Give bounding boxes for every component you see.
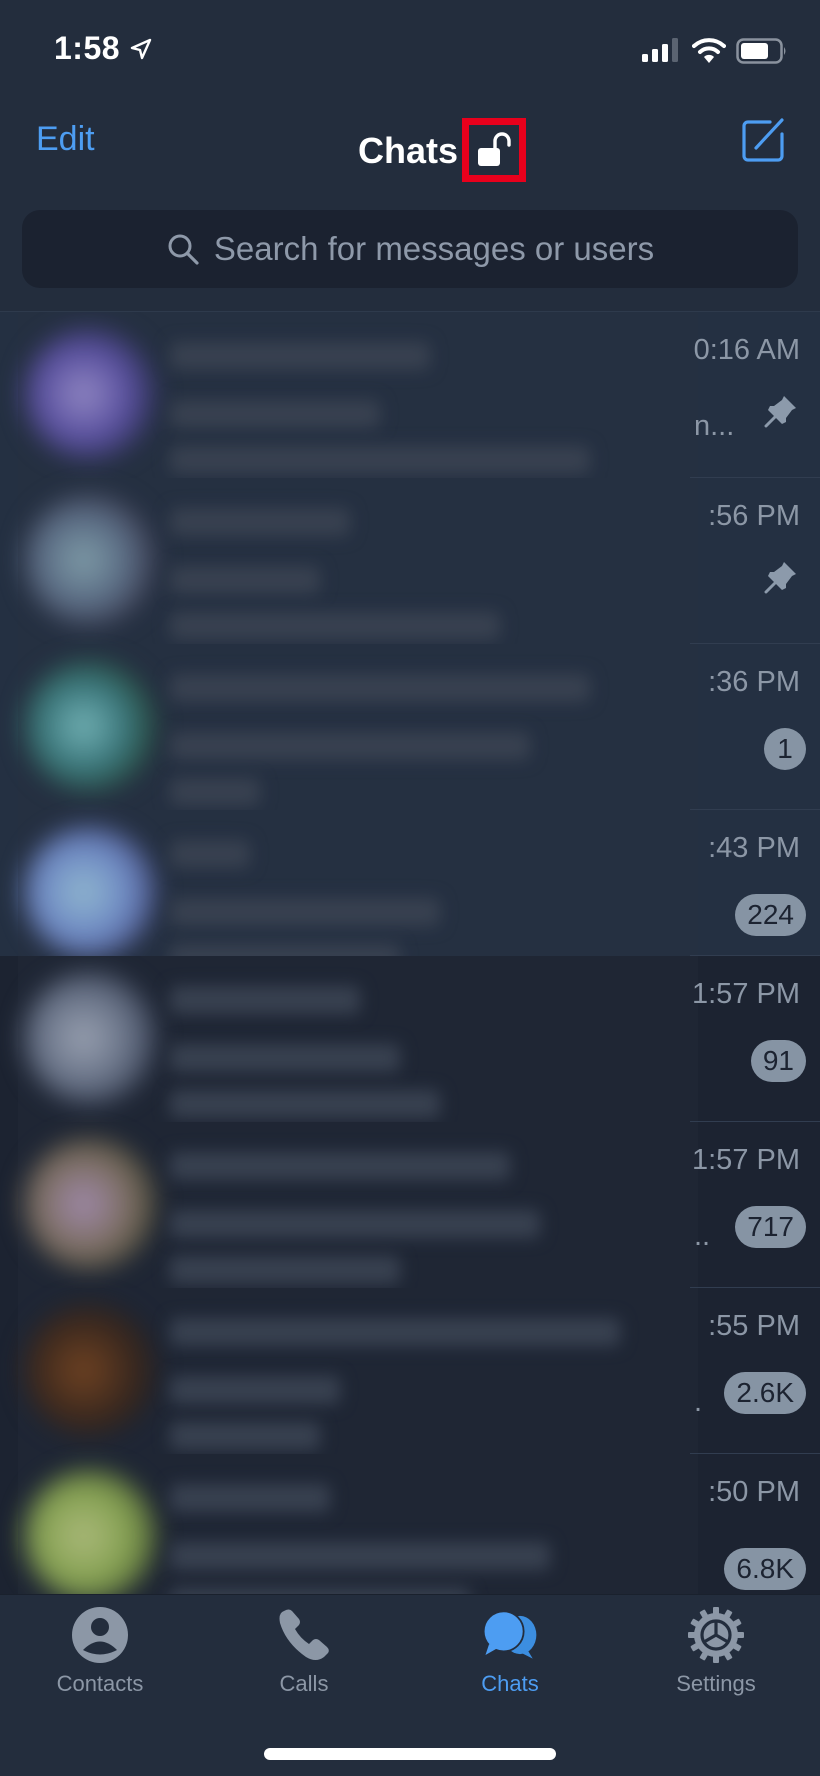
tab-chats[interactable]: Chats	[430, 1605, 590, 1715]
tab-label: Contacts	[56, 1671, 144, 1696]
home-indicator[interactable]	[264, 1748, 556, 1760]
chat-bubbles-icon	[482, 1610, 537, 1659]
search-input[interactable]: Search for messages or users	[22, 210, 798, 288]
chat-list-item[interactable]: :50 PM 6.8K	[0, 1454, 820, 1594]
unread-count-badge: 91	[750, 1040, 806, 1082]
tab-label: Settings	[676, 1671, 756, 1696]
message-preview: ..	[694, 1220, 711, 1252]
pin-icon	[764, 562, 796, 594]
message-preview: n...	[694, 410, 735, 442]
tab-settings[interactable]: Settings	[636, 1605, 796, 1715]
unread-count-badge: 6.8K	[724, 1548, 806, 1590]
chat-list-item[interactable]: 1:57 PM 91	[0, 956, 820, 1122]
battery-icon	[736, 38, 786, 64]
blur-overlay	[18, 478, 698, 644]
message-preview: .	[694, 1386, 703, 1418]
chat-list-item[interactable]: 0:16 AM n...	[0, 312, 820, 478]
cellular-signal-icon	[642, 38, 678, 62]
search-area: Search for messages or users	[0, 194, 820, 312]
chat-list-item[interactable]: :36 PM 1	[0, 644, 820, 810]
unread-count-badge: 717	[735, 1206, 806, 1248]
nav-title-group: Chats	[358, 118, 527, 182]
compose-icon[interactable]	[740, 114, 788, 164]
tab-label: Chats	[481, 1671, 539, 1696]
lock-highlight-box[interactable]	[462, 118, 527, 182]
status-bar: 1:58	[0, 0, 820, 96]
edit-button[interactable]: Edit	[36, 120, 95, 159]
chat-timestamp: :50 PM	[708, 1476, 800, 1508]
pin-icon	[764, 396, 796, 428]
chat-timestamp: :55 PM	[708, 1310, 800, 1342]
search-icon	[168, 234, 199, 265]
chat-list-item[interactable]: 1:57 PM.. 717	[0, 1122, 820, 1288]
location-arrow-icon	[130, 38, 152, 60]
person-circle-icon	[72, 1607, 128, 1663]
chat-timestamp: 0:16 AM	[693, 334, 800, 366]
search-placeholder: Search for messages or users	[213, 230, 655, 267]
chat-list-item[interactable]: :56 PM	[0, 478, 820, 644]
tab-contacts[interactable]: Contacts	[20, 1605, 180, 1715]
blur-overlay	[18, 1288, 698, 1454]
tab-label: Calls	[279, 1671, 329, 1696]
navigation-bar: Edit Chats	[0, 96, 820, 194]
chat-list-item[interactable]: :43 PM 224	[0, 810, 820, 972]
unread-count-badge: 224	[735, 894, 806, 936]
chat-timestamp: :56 PM	[708, 500, 800, 532]
unlocked-padlock-icon[interactable]	[477, 132, 511, 168]
chat-list-item[interactable]: :55 PM. 2.6K	[0, 1288, 820, 1454]
blur-overlay	[18, 956, 698, 1122]
status-time: 1:58	[54, 30, 121, 66]
chat-timestamp: 1:57 PM	[692, 978, 800, 1010]
chat-timestamp: 1:57 PM	[692, 1144, 800, 1176]
blur-overlay	[18, 1454, 698, 1594]
blur-overlay	[18, 1122, 698, 1288]
blur-overlay	[18, 312, 698, 478]
chat-timestamp: :43 PM	[708, 832, 800, 864]
wifi-icon	[692, 38, 726, 63]
gear-icon	[688, 1607, 744, 1663]
chat-list[interactable]: 0:16 AM n... :56 PM :36 PM 1 :43 PM 224 1:57 PM…	[0, 312, 820, 1594]
blur-overlay	[18, 810, 698, 956]
chat-timestamp: :36 PM	[708, 666, 800, 698]
phone-icon	[279, 1609, 329, 1660]
tab-calls[interactable]: Calls	[224, 1605, 384, 1715]
blur-overlay	[18, 644, 698, 810]
page-title: Chats	[358, 130, 459, 171]
unread-count-badge: 2.6K	[724, 1372, 806, 1414]
unread-count-badge: 1	[764, 728, 806, 770]
